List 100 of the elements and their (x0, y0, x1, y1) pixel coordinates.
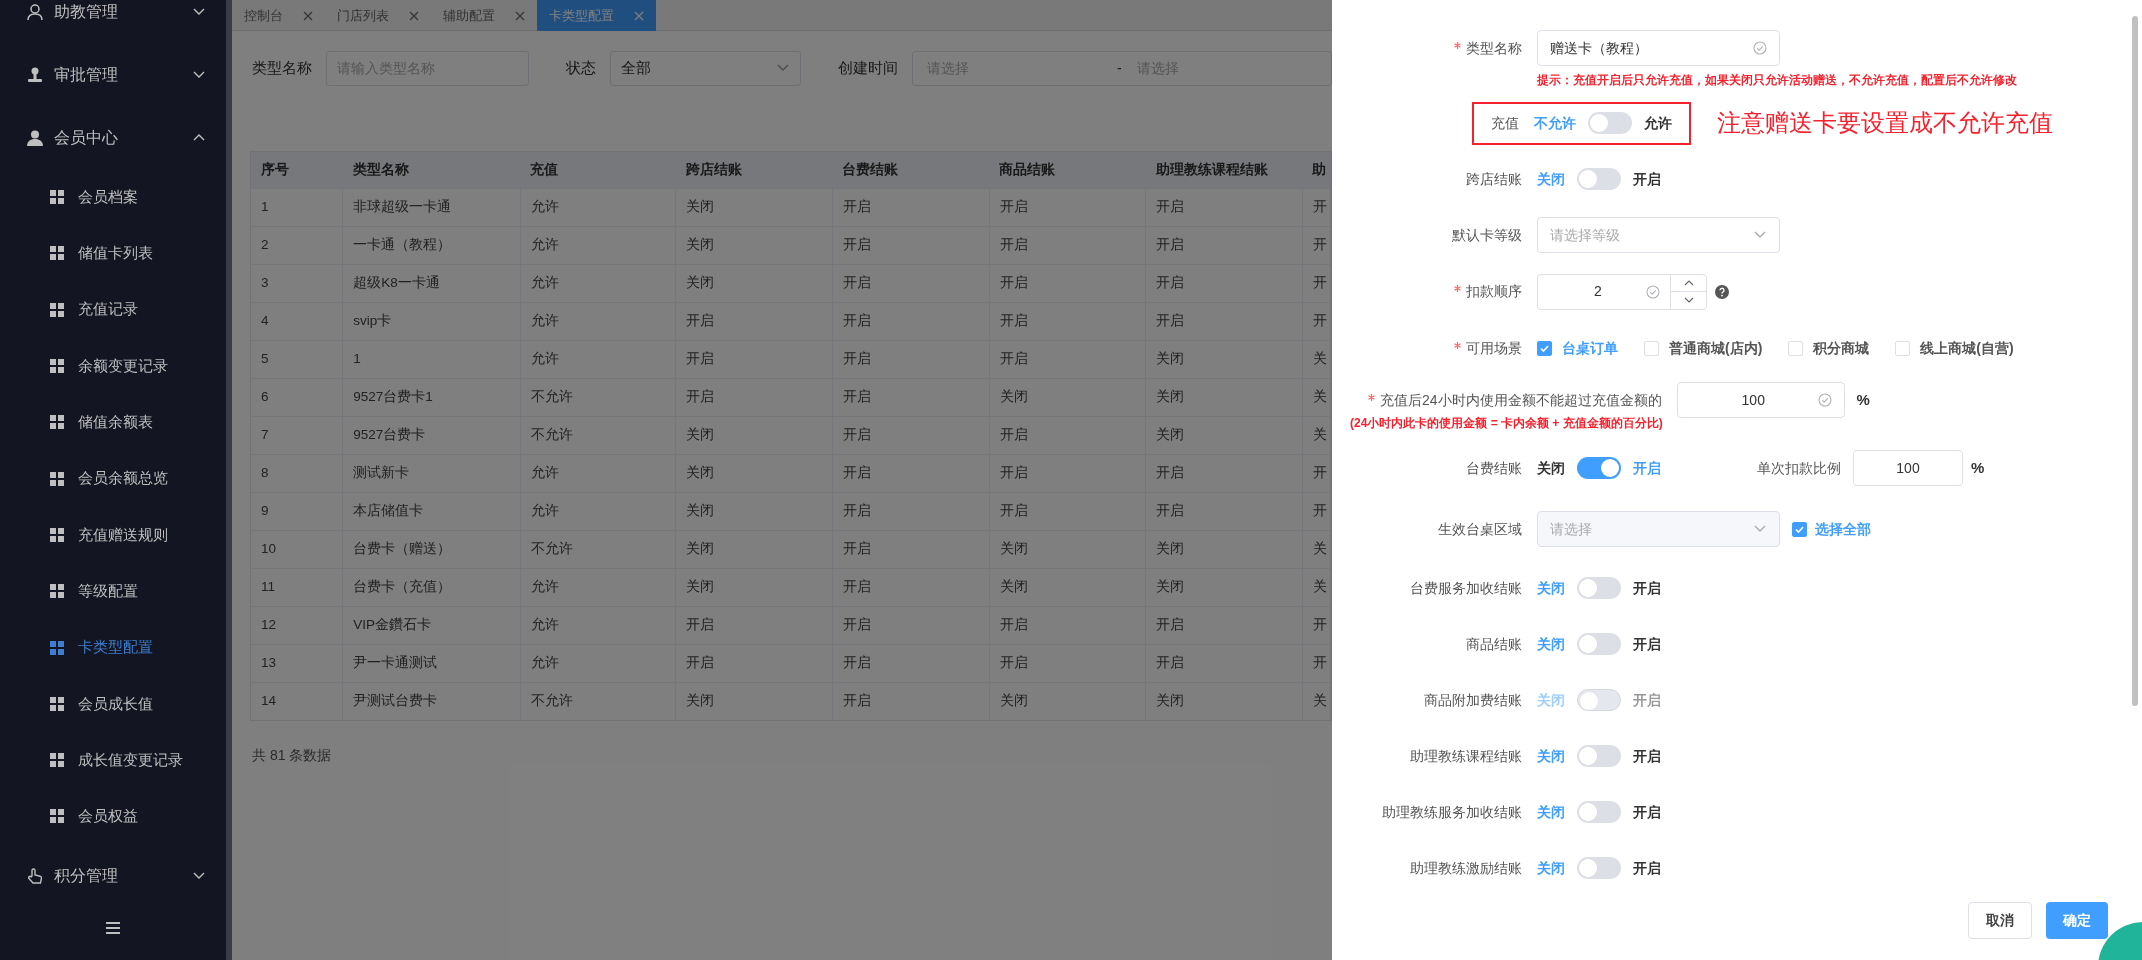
table-cell: 允许 (520, 606, 676, 644)
table-cell: 开启 (1145, 226, 1303, 264)
table-cell: 台费卡（赠送） (342, 530, 521, 568)
table-cell: 关闭 (1145, 378, 1303, 416)
menu-item[interactable]: 等级配置 (0, 563, 226, 620)
switch-on-label[interactable]: 开启 (1633, 745, 1661, 767)
table-cell: 开 (1302, 264, 1331, 302)
table-cell: 关闭 (675, 188, 833, 226)
menu-item[interactable]: 余额变更记录 (0, 337, 226, 395)
check-circle-icon (1753, 41, 1767, 56)
table-cell: 不允许 (520, 378, 676, 416)
person-icon (26, 2, 44, 21)
stamp-icon (26, 65, 44, 84)
table-cell: 非球超级一卡通 (342, 188, 521, 226)
toggle-switch[interactable] (1577, 457, 1621, 479)
table-cell: 9527台费卡1 (342, 378, 521, 416)
menu-item[interactable]: 充值赠送规则 (0, 506, 226, 564)
switch-on-label[interactable]: 开启 (1633, 801, 1661, 823)
menu-item[interactable]: 储值余额表 (0, 394, 226, 451)
table-cell: 开启 (832, 530, 990, 568)
cancel-button[interactable]: 取消 (1968, 902, 2032, 939)
status-select[interactable]: 全部 (610, 50, 801, 86)
menu-group[interactable]: 积分管理 (0, 844, 226, 908)
toggle-switch[interactable] (1577, 168, 1621, 190)
checkbox-label[interactable]: 积分商城 (1813, 337, 1870, 359)
table-cell: 7 (251, 416, 343, 454)
column-header: 台费结账 (832, 152, 990, 188)
table-cell: 开启 (832, 378, 990, 416)
menu-item[interactable]: 会员成长值 (0, 675, 226, 732)
field-label: 扣款顺序 (1466, 282, 1522, 301)
menu-group[interactable]: 审批管理 (0, 43, 226, 106)
field-label: 类型名称 (1466, 38, 1522, 58)
ratio-field[interactable]: 100 (1853, 450, 1963, 486)
menu-icon (105, 921, 121, 935)
field-label: 台费结账 (1466, 458, 1522, 478)
table-cell: 开启 (989, 454, 1146, 492)
column-header: 跨店结账 (675, 152, 833, 188)
grid-icon (50, 527, 64, 542)
column-header: 助理教练课程结账 (1145, 152, 1303, 188)
field-label: 跨店结账 (1466, 169, 1522, 189)
checkbox[interactable] (1537, 340, 1552, 356)
toggle-switch[interactable] (1577, 577, 1621, 599)
field-label: 默认卡等级 (1452, 225, 1522, 245)
table-cell: 开启 (1145, 492, 1303, 530)
menu-item[interactable]: 会员档案 (0, 169, 226, 226)
table-cell: 开启 (832, 416, 990, 454)
number-field[interactable]: 2 (1537, 273, 1707, 310)
table-cell: 开启 (832, 644, 990, 682)
table-cell: 关 (1302, 568, 1331, 606)
person-icon (26, 128, 44, 147)
field-label: 助理教练激励结账 (1410, 858, 1522, 878)
checkbox-label[interactable]: 线上商城(自营) (1920, 337, 2014, 359)
menu-group[interactable]: 会员中心 (0, 106, 226, 169)
percent-field[interactable]: 100 (1676, 382, 1845, 418)
table-cell: 开启 (832, 492, 990, 530)
switch-on-label[interactable]: 开启 (1633, 857, 1661, 879)
table-cell: 8 (251, 454, 343, 492)
field-label: 台费服务加收结账 (1410, 578, 1522, 598)
toggle-switch[interactable] (1588, 112, 1632, 134)
menu-item[interactable]: 成长值变更记录 (0, 731, 226, 789)
note-text: (24小时内此卡的使用金额 = 卡内余额 + 充值金额的百分比) (1349, 415, 1664, 432)
menu-item[interactable]: 会员余额总览 (0, 450, 226, 507)
table-cell: 不允许 (520, 416, 676, 454)
grid-icon (50, 415, 64, 430)
switch-off-label[interactable]: 关闭 (1537, 457, 1565, 479)
table-cell: 不允许 (520, 530, 676, 568)
toggle-switch[interactable] (1577, 801, 1621, 823)
table-cell: 尹一卡通测试 (342, 644, 521, 682)
menu-item[interactable]: 卡类型配置 (0, 619, 226, 676)
table-cell: 开启 (832, 302, 990, 340)
switch-on-label[interactable]: 开启 (1633, 168, 1661, 190)
toggle-switch[interactable] (1577, 633, 1621, 655)
switch-on-label[interactable]: 允许 (1644, 112, 1672, 134)
checkbox-label[interactable]: 普通商城(店内) (1669, 337, 1763, 359)
switch-on-label[interactable]: 开启 (1633, 577, 1661, 599)
filter-label: 状态 (566, 57, 596, 78)
menu-item[interactable]: 会员权益 (0, 788, 226, 845)
menu-group[interactable]: 助教管理 (0, 0, 226, 43)
table-cell: 开启 (989, 188, 1146, 226)
scrollbar-thumb[interactable] (2132, 16, 2138, 706)
field-label: 助理教练课程结账 (1410, 746, 1522, 766)
table-cell: 关闭 (1145, 568, 1303, 606)
field-label: 助理教练服务加收结账 (1382, 802, 1522, 822)
switch-on-label[interactable]: 开启 (1633, 633, 1661, 655)
table-cell: 关 (1302, 416, 1331, 454)
table-cell: 开启 (1145, 264, 1303, 302)
name-field[interactable]: 赠送卡（教程） (1537, 30, 1780, 67)
table-cell: 开 (1302, 454, 1331, 492)
toggle-switch[interactable] (1577, 745, 1621, 767)
menu-item[interactable]: 充值记录 (0, 281, 226, 338)
table-cell: 1 (251, 188, 343, 226)
table-cell: 一卡通（教程） (342, 226, 521, 264)
column-header: 序号 (251, 152, 343, 188)
toggle-switch[interactable] (1577, 857, 1621, 879)
grid-icon (50, 809, 64, 824)
table-cell: 关闭 (675, 454, 833, 492)
menu-item[interactable]: 储值卡列表 (0, 225, 226, 282)
field-label: 充值 (1491, 113, 1519, 133)
table-cell: 关闭 (989, 530, 1146, 568)
table-cell: 开启 (832, 454, 990, 492)
